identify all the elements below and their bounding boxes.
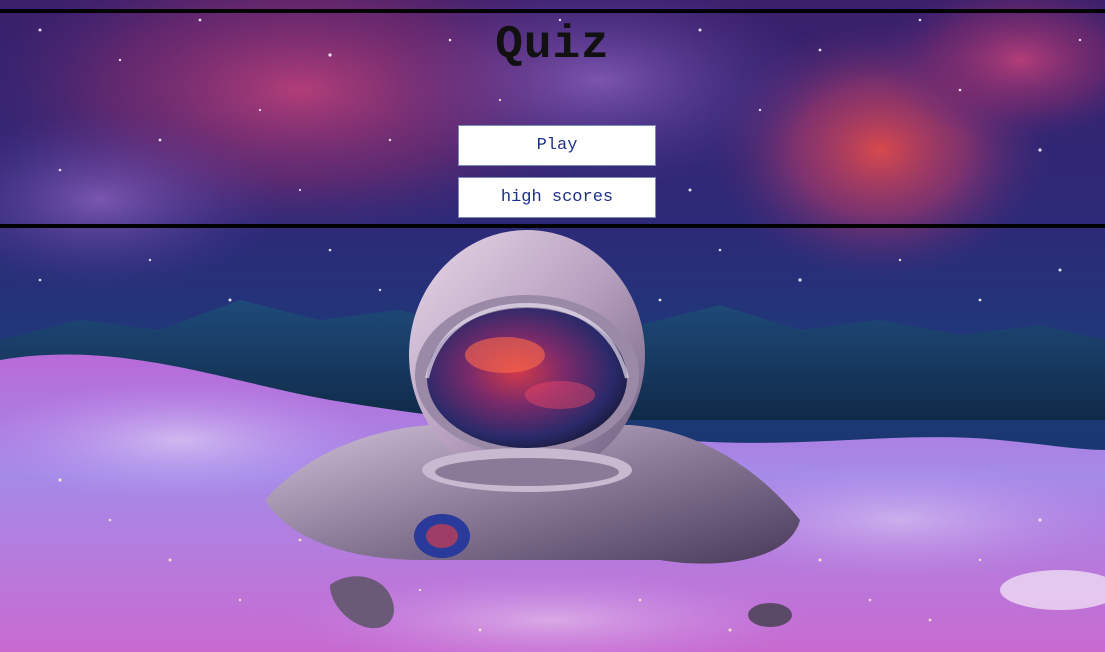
menu-panel: Quiz Play high scores <box>0 9 1105 228</box>
play-button[interactable]: Play <box>458 125 656 166</box>
high-scores-button[interactable]: high scores <box>458 177 656 218</box>
page-title: Quiz <box>495 19 610 71</box>
